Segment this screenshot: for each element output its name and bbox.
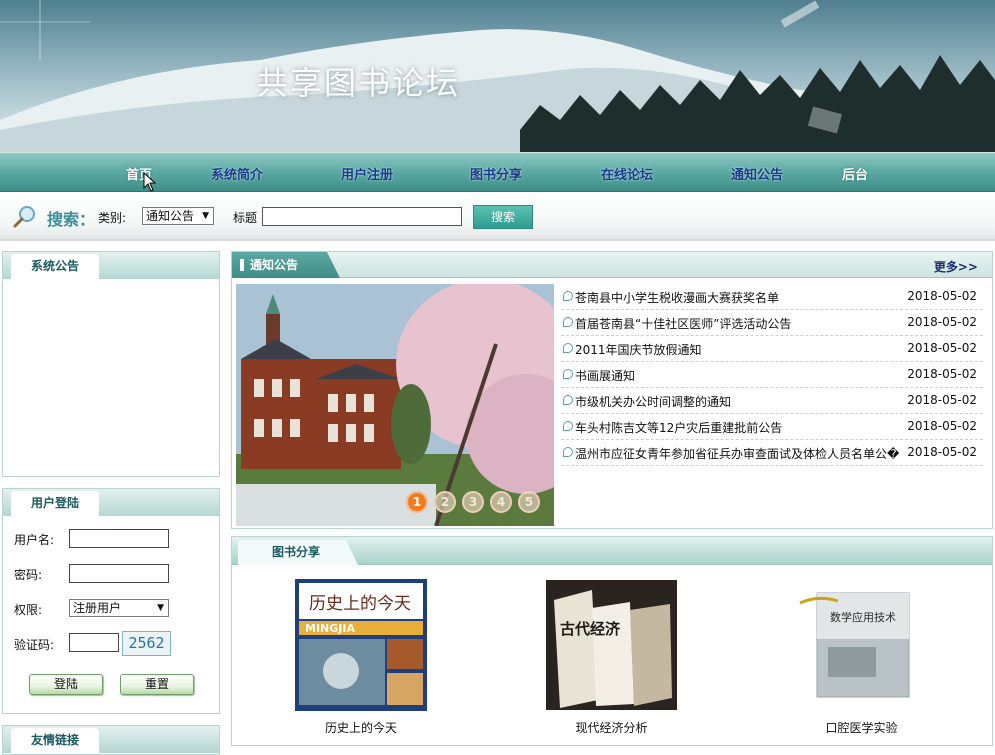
category-label: 类别: — [98, 211, 127, 225]
carousel-image[interactable] — [236, 284, 554, 526]
system-notice-heading: 系统公告 — [11, 254, 100, 279]
dropdown-arrow-icon: ▼ — [202, 211, 209, 221]
speech-bubble-icon — [563, 369, 573, 379]
speech-bubble-icon — [563, 421, 573, 431]
nav-forum[interactable]: 在线论坛 — [601, 164, 653, 183]
friend-links-panel: 友情链接 — [2, 725, 220, 755]
carousel-dot[interactable]: 2 — [434, 491, 456, 513]
book-title-2[interactable]: 现代经济分析 — [546, 719, 677, 736]
campus-photo — [236, 284, 554, 526]
speech-bubble-icon — [563, 395, 573, 405]
news-title[interactable]: 市级机关办公时间调整的通知 — [575, 393, 910, 410]
news-item[interactable]: 车头村陈吉文等12户灾后重建批前公告 2018-05-02 — [561, 414, 983, 440]
news-date: 2018-05-02 — [907, 393, 977, 407]
news-date: 2018-05-02 — [907, 445, 977, 459]
role-select[interactable]: 注册用户 ▼ — [69, 599, 169, 617]
news-date: 2018-05-02 — [907, 341, 977, 355]
notice-heading-text: 通知公告 — [250, 258, 299, 272]
login-button[interactable]: 登陆 — [29, 674, 103, 695]
password-label: 密码: — [14, 568, 43, 582]
book-cover-1-title: 历史上的今天 — [309, 594, 411, 614]
friend-links-header: 友情链接 — [3, 726, 219, 753]
book-cover-2[interactable]: 古代经济 — [546, 580, 677, 710]
notice-heading: 通知公告 — [232, 252, 340, 278]
search-button[interactable]: 搜索 — [473, 205, 533, 229]
password-input[interactable] — [69, 564, 169, 583]
role-label: 权限: — [14, 603, 43, 617]
role-select-value: 注册用户 — [73, 601, 122, 615]
news-title[interactable]: 书画展通知 — [575, 367, 910, 384]
magnifier-icon — [13, 206, 35, 228]
book-cover-3-title: 数学应用技术 — [830, 610, 896, 624]
nav-admin[interactable]: 后台 — [842, 164, 868, 183]
nav-book-share[interactable]: 图书分享 — [470, 164, 522, 183]
news-date: 2018-05-02 — [907, 419, 977, 433]
username-label: 用户名: — [14, 533, 55, 547]
news-title[interactable]: 2011年国庆节放假通知 — [575, 341, 910, 358]
login-header: 用户登陆 — [3, 489, 219, 516]
book-title-1[interactable]: 历史上的今天 — [295, 719, 427, 736]
search-title: 搜索： — [47, 210, 96, 229]
book-share-heading: 图书分享 — [238, 540, 358, 565]
news-item[interactable]: 苍南县中小学生税收漫画大赛获奖名单 2018-05-02 — [561, 284, 983, 310]
heading-bar-icon — [240, 259, 244, 271]
news-title[interactable]: 首届苍南县“十佳社区医师”评选活动公告 — [575, 315, 910, 332]
nav-about[interactable]: 系统简介 — [211, 164, 263, 183]
nav-register[interactable]: 用户注册 — [341, 164, 393, 183]
captcha-input[interactable] — [69, 633, 119, 652]
nav-notices[interactable]: 通知公告 — [731, 164, 783, 183]
captcha-label: 验证码: — [14, 638, 55, 652]
news-title[interactable]: 车头村陈吉文等12户灾后重建批前公告 — [575, 419, 910, 436]
speech-bubble-icon — [563, 447, 573, 457]
news-item[interactable]: 温州市应征女青年参加省征兵办审查面试及体检人员名单公� 2018-05-02 — [561, 440, 983, 466]
site-title: 共享图书论坛 — [256, 64, 461, 102]
login-heading: 用户登陆 — [11, 491, 100, 516]
system-notice-panel: 系统公告 — [2, 251, 220, 477]
mouse-cursor-icon — [143, 172, 157, 192]
news-item[interactable]: 书画展通知 2018-05-02 — [561, 362, 983, 388]
news-item[interactable]: 首届苍南县“十佳社区医师”评选活动公告 2018-05-02 — [561, 310, 983, 336]
system-notice-header: 系统公告 — [3, 252, 219, 279]
book-share-header: 图书分享 — [232, 537, 992, 565]
site-banner: 共享图书论坛 — [0, 0, 995, 152]
title-input[interactable] — [262, 207, 462, 226]
username-input[interactable] — [69, 529, 169, 548]
title-label: 标题 — [233, 211, 258, 225]
book-cover-3[interactable]: 数学应用技术 — [798, 591, 911, 698]
book-cover-1[interactable]: 历史上的今天 MINGJIA — [295, 579, 427, 711]
captcha-image[interactable]: 2562 — [122, 631, 171, 656]
speech-bubble-icon — [563, 317, 573, 327]
carousel-dot[interactable]: 1 — [406, 491, 428, 513]
news-date: 2018-05-02 — [907, 367, 977, 381]
reset-button[interactable]: 重置 — [120, 674, 194, 695]
dropdown-arrow-icon: ▼ — [157, 603, 164, 613]
news-item[interactable]: 2011年国庆节放假通知 2018-05-02 — [561, 336, 983, 362]
more-link[interactable]: 更多>> — [934, 258, 978, 275]
notice-header: 通知公告 更多>> — [232, 252, 992, 278]
carousel-dot[interactable]: 4 — [490, 491, 512, 513]
speech-bubble-icon — [563, 291, 573, 301]
friend-links-heading: 友情链接 — [11, 728, 100, 753]
category-select[interactable]: 通知公告 ▼ — [142, 207, 214, 225]
news-title[interactable]: 苍南县中小学生税收漫画大赛获奖名单 — [575, 289, 910, 306]
news-date: 2018-05-02 — [907, 289, 977, 303]
search-bar: 搜索： 类别: 通知公告 ▼ 标题 搜索 — [0, 193, 995, 241]
book-cover-2-title: 古代经济 — [560, 620, 621, 638]
news-title[interactable]: 温州市应征女青年参加省征兵办审查面试及体检人员名单公� — [575, 445, 910, 462]
book-cover-1-subtitle: MINGJIA — [305, 622, 355, 635]
speech-bubble-icon — [563, 343, 573, 353]
carousel-dot[interactable]: 5 — [518, 491, 540, 513]
news-date: 2018-05-02 — [907, 315, 977, 329]
book-title-3[interactable]: 口腔医学实验 — [798, 719, 925, 736]
carousel-dot[interactable]: 3 — [462, 491, 484, 513]
banner-landscape — [0, 0, 995, 152]
news-item[interactable]: 市级机关办公时间调整的通知 2018-05-02 — [561, 388, 983, 414]
category-select-value: 通知公告 — [146, 209, 195, 223]
